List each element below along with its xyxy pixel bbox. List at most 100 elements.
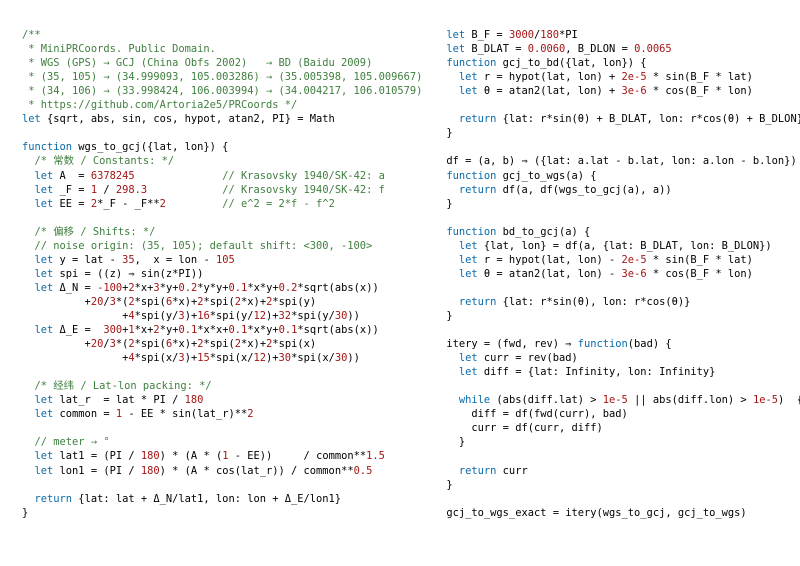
code: θ = atan2(lat, lon) + xyxy=(478,85,622,97)
code: A = xyxy=(53,170,91,182)
code: *spi( xyxy=(135,296,166,308)
code: - EE)) / common** xyxy=(228,450,366,462)
code: *spi( xyxy=(204,296,235,308)
code: + xyxy=(22,338,91,350)
code: || abs(diff.lon) > xyxy=(628,394,753,406)
code: df(a, df(wgs_to_gcj(a), a)) xyxy=(496,184,671,196)
code: *x*y+ xyxy=(247,282,278,294)
keyword-let: let xyxy=(22,184,53,196)
code: )+ xyxy=(266,310,279,322)
code: {lat: lat + Δ_N/lat1, lon: lon + Δ_E/lon… xyxy=(72,493,341,505)
code: - EE * sin(lat_r)** xyxy=(122,408,247,420)
code: *spi( xyxy=(135,338,166,350)
number: 0.0065 xyxy=(634,43,672,55)
code: *y+ xyxy=(160,324,179,336)
number: 1.5 xyxy=(366,450,385,462)
keyword-let: let xyxy=(22,170,53,182)
keyword-let: let xyxy=(22,324,53,336)
code: EE = xyxy=(53,198,91,210)
code: *x+ xyxy=(135,282,154,294)
keyword-let: let xyxy=(446,29,465,41)
code: } xyxy=(446,479,452,491)
number: 0.2 xyxy=(279,282,298,294)
keyword-let: let xyxy=(22,408,53,420)
code: , B_DLON = xyxy=(565,43,634,55)
code: bd_to_gcj(a) { xyxy=(496,226,590,238)
comment: // noise origin: (35, 105); default shif… xyxy=(22,240,372,252)
number: 12 xyxy=(254,310,267,322)
number: 20 xyxy=(91,338,104,350)
code: * sin(B_F * lat) xyxy=(647,71,753,83)
code: {lat: r*sin(θ), lon: r*cos(θ)} xyxy=(496,296,690,308)
keyword-let: let xyxy=(446,85,477,97)
code: *sqrt(abs(x)) xyxy=(297,282,378,294)
code-column-right: let B_F = 3000/180*PI let B_DLAT = 0.006… xyxy=(446,14,800,552)
keyword-return: return xyxy=(446,113,496,125)
code: *spi( xyxy=(204,338,235,350)
code: gcj_to_wgs_exact = itery(wgs_to_gcj, gcj… xyxy=(446,507,746,519)
number: 32 xyxy=(279,310,292,322)
code: *x)+ xyxy=(241,296,266,308)
number: 0.1 xyxy=(229,324,248,336)
number: 180 xyxy=(141,450,160,462)
code: _F = xyxy=(53,184,91,196)
code: + xyxy=(22,352,128,364)
code: *spi(y) xyxy=(272,296,316,308)
number: 0.2 xyxy=(178,282,197,294)
comment: // Krasovsky 1940/SK-42: f xyxy=(147,184,385,196)
code: + xyxy=(22,310,128,322)
code: *x*y+ xyxy=(247,324,278,336)
code: diff = df(fwd(curr), bad) xyxy=(446,408,627,420)
keyword-function: function xyxy=(578,338,628,350)
code: gcj_to_wgs(a) { xyxy=(496,170,596,182)
number: 30 xyxy=(335,352,348,364)
code: *( xyxy=(116,296,129,308)
keyword-let: let xyxy=(446,240,477,252)
code: * cos(B_F * lon) xyxy=(647,268,753,280)
number: 1e-5 xyxy=(603,394,628,406)
code: gcj_to_bd({lat, lon}) { xyxy=(496,57,646,69)
code: wgs_to_gcj({lat, lon}) { xyxy=(72,141,228,153)
comment: /* 偏移 / Shifts: */ xyxy=(22,226,155,238)
number: 6378245 xyxy=(91,170,135,182)
number: 2e-5 xyxy=(622,254,647,266)
number: 298.3 xyxy=(116,184,147,196)
keyword-let: let xyxy=(22,282,53,294)
code: , x = lon - xyxy=(135,254,216,266)
code: (bad) { xyxy=(628,338,672,350)
number: 20 xyxy=(91,296,104,308)
code: {lat: r*sin(θ) + B_DLAT, lon: r*cos(θ) +… xyxy=(496,113,800,125)
keyword-let: let xyxy=(446,71,477,83)
code: * sin(B_F * lat) xyxy=(647,254,753,266)
number: 30 xyxy=(335,310,348,322)
keyword-let: let xyxy=(22,254,53,266)
code: )) xyxy=(347,310,360,322)
number: 2 xyxy=(247,408,253,420)
number: 0.5 xyxy=(354,465,373,477)
code: } xyxy=(22,507,28,519)
comment: * (34, 106) → (33.998424, 106.003994) → … xyxy=(22,85,422,97)
keyword-let: let xyxy=(22,465,53,477)
code: *spi(x/ xyxy=(135,352,179,364)
code: diff = {lat: Infinity, lon: Infinity} xyxy=(478,366,716,378)
number: 12 xyxy=(254,352,267,364)
code: *x*x+ xyxy=(197,324,228,336)
number: 300 xyxy=(103,324,122,336)
code: *spi(x/ xyxy=(291,352,335,364)
number: 1e-5 xyxy=(753,394,778,406)
keyword-let: let xyxy=(446,352,477,364)
code: )) xyxy=(347,352,360,364)
code: *spi(x/ xyxy=(210,352,254,364)
keyword-let: let xyxy=(22,394,53,406)
comment: // Krasovsky 1940/SK-42: a xyxy=(135,170,385,182)
number: 35 xyxy=(122,254,135,266)
number: 180 xyxy=(185,394,204,406)
code: θ = atan2(lat, lon) - xyxy=(478,268,622,280)
number: 0.1 xyxy=(229,282,248,294)
number: 3e-6 xyxy=(622,85,647,97)
code: spi = ((z) ⇒ sin(z*PI)) xyxy=(53,268,203,280)
code: lon1 = (PI / xyxy=(53,465,141,477)
code: *( xyxy=(116,338,129,350)
code: r = hypot(lat, lon) + xyxy=(478,71,622,83)
number: 0.1 xyxy=(178,324,197,336)
